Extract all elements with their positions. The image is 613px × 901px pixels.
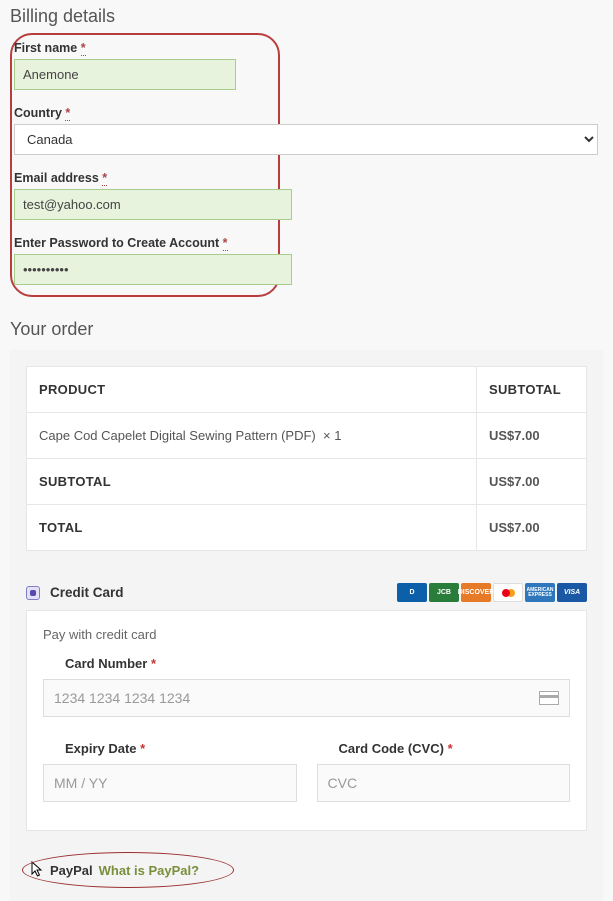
col-product: PRODUCT (27, 367, 477, 413)
total-value: US$7.00 (477, 505, 587, 551)
radio-credit-card[interactable] (26, 586, 40, 600)
table-row: SUBTOTAL US$7.00 (27, 459, 587, 505)
credit-card-form: Pay with credit card Card Number * 1234 … (26, 610, 587, 831)
card-number-label: Card Number * (65, 656, 570, 671)
cvc-label: Card Code (CVC) * (339, 741, 571, 756)
cvc-input[interactable]: CVC (317, 764, 571, 802)
required-mark: * (81, 41, 86, 56)
first-name-input[interactable] (14, 59, 236, 90)
table-row: PRODUCT SUBTOTAL (27, 367, 587, 413)
jcb-icon: JCB (429, 583, 459, 602)
card-number-input[interactable]: 1234 1234 1234 1234 (43, 679, 570, 717)
diners-icon: D (397, 583, 427, 602)
cursor-icon (30, 861, 44, 879)
required-mark: * (102, 171, 107, 186)
required-mark: * (223, 236, 228, 251)
col-subtotal: SUBTOTAL (477, 367, 587, 413)
order-table: PRODUCT SUBTOTAL Cape Cod Capelet Digita… (26, 366, 587, 551)
paypal-whatis-link[interactable]: What is PayPal? (99, 863, 199, 878)
billing-highlight: First name * Country * Canada Email addr… (10, 33, 280, 297)
first-name-label: First name * (14, 41, 270, 55)
country-select[interactable]: Canada (14, 124, 598, 155)
country-label: Country * (14, 106, 270, 120)
required-mark: * (65, 106, 70, 121)
cc-description: Pay with credit card (43, 627, 570, 642)
subtotal-label: SUBTOTAL (27, 459, 477, 505)
card-icon (539, 691, 559, 705)
paypal-label: PayPal (50, 863, 93, 878)
expiry-label: Expiry Date * (65, 741, 297, 756)
mastercard-icon (493, 583, 523, 602)
subtotal-value: US$7.00 (477, 459, 587, 505)
credit-card-option[interactable]: Credit Card D JCB DISCOVER AMERICAN EXPR… (26, 583, 587, 610)
order-heading: Your order (10, 319, 603, 340)
password-label: Enter Password to Create Account * (14, 236, 270, 250)
password-input[interactable] (14, 254, 292, 285)
credit-card-label: Credit Card (50, 585, 124, 600)
email-label: Email address * (14, 171, 270, 185)
card-badges: D JCB DISCOVER AMERICAN EXPRESS VISA (397, 583, 587, 602)
paypal-option[interactable]: PayPal What is PayPal? (26, 861, 587, 879)
table-row: TOTAL US$7.00 (27, 505, 587, 551)
table-row: Cape Cod Capelet Digital Sewing Pattern … (27, 413, 587, 459)
total-label: TOTAL (27, 505, 477, 551)
item-price: US$7.00 (477, 413, 587, 459)
billing-heading: Billing details (10, 6, 603, 27)
order-panel: PRODUCT SUBTOTAL Cape Cod Capelet Digita… (10, 350, 603, 901)
amex-icon: AMERICAN EXPRESS (525, 583, 555, 602)
visa-icon: VISA (557, 583, 587, 602)
payment-section: Credit Card D JCB DISCOVER AMERICAN EXPR… (26, 583, 587, 879)
expiry-input[interactable]: MM / YY (43, 764, 297, 802)
item-cell: Cape Cod Capelet Digital Sewing Pattern … (27, 413, 477, 459)
discover-icon: DISCOVER (461, 583, 491, 602)
email-input[interactable] (14, 189, 292, 220)
